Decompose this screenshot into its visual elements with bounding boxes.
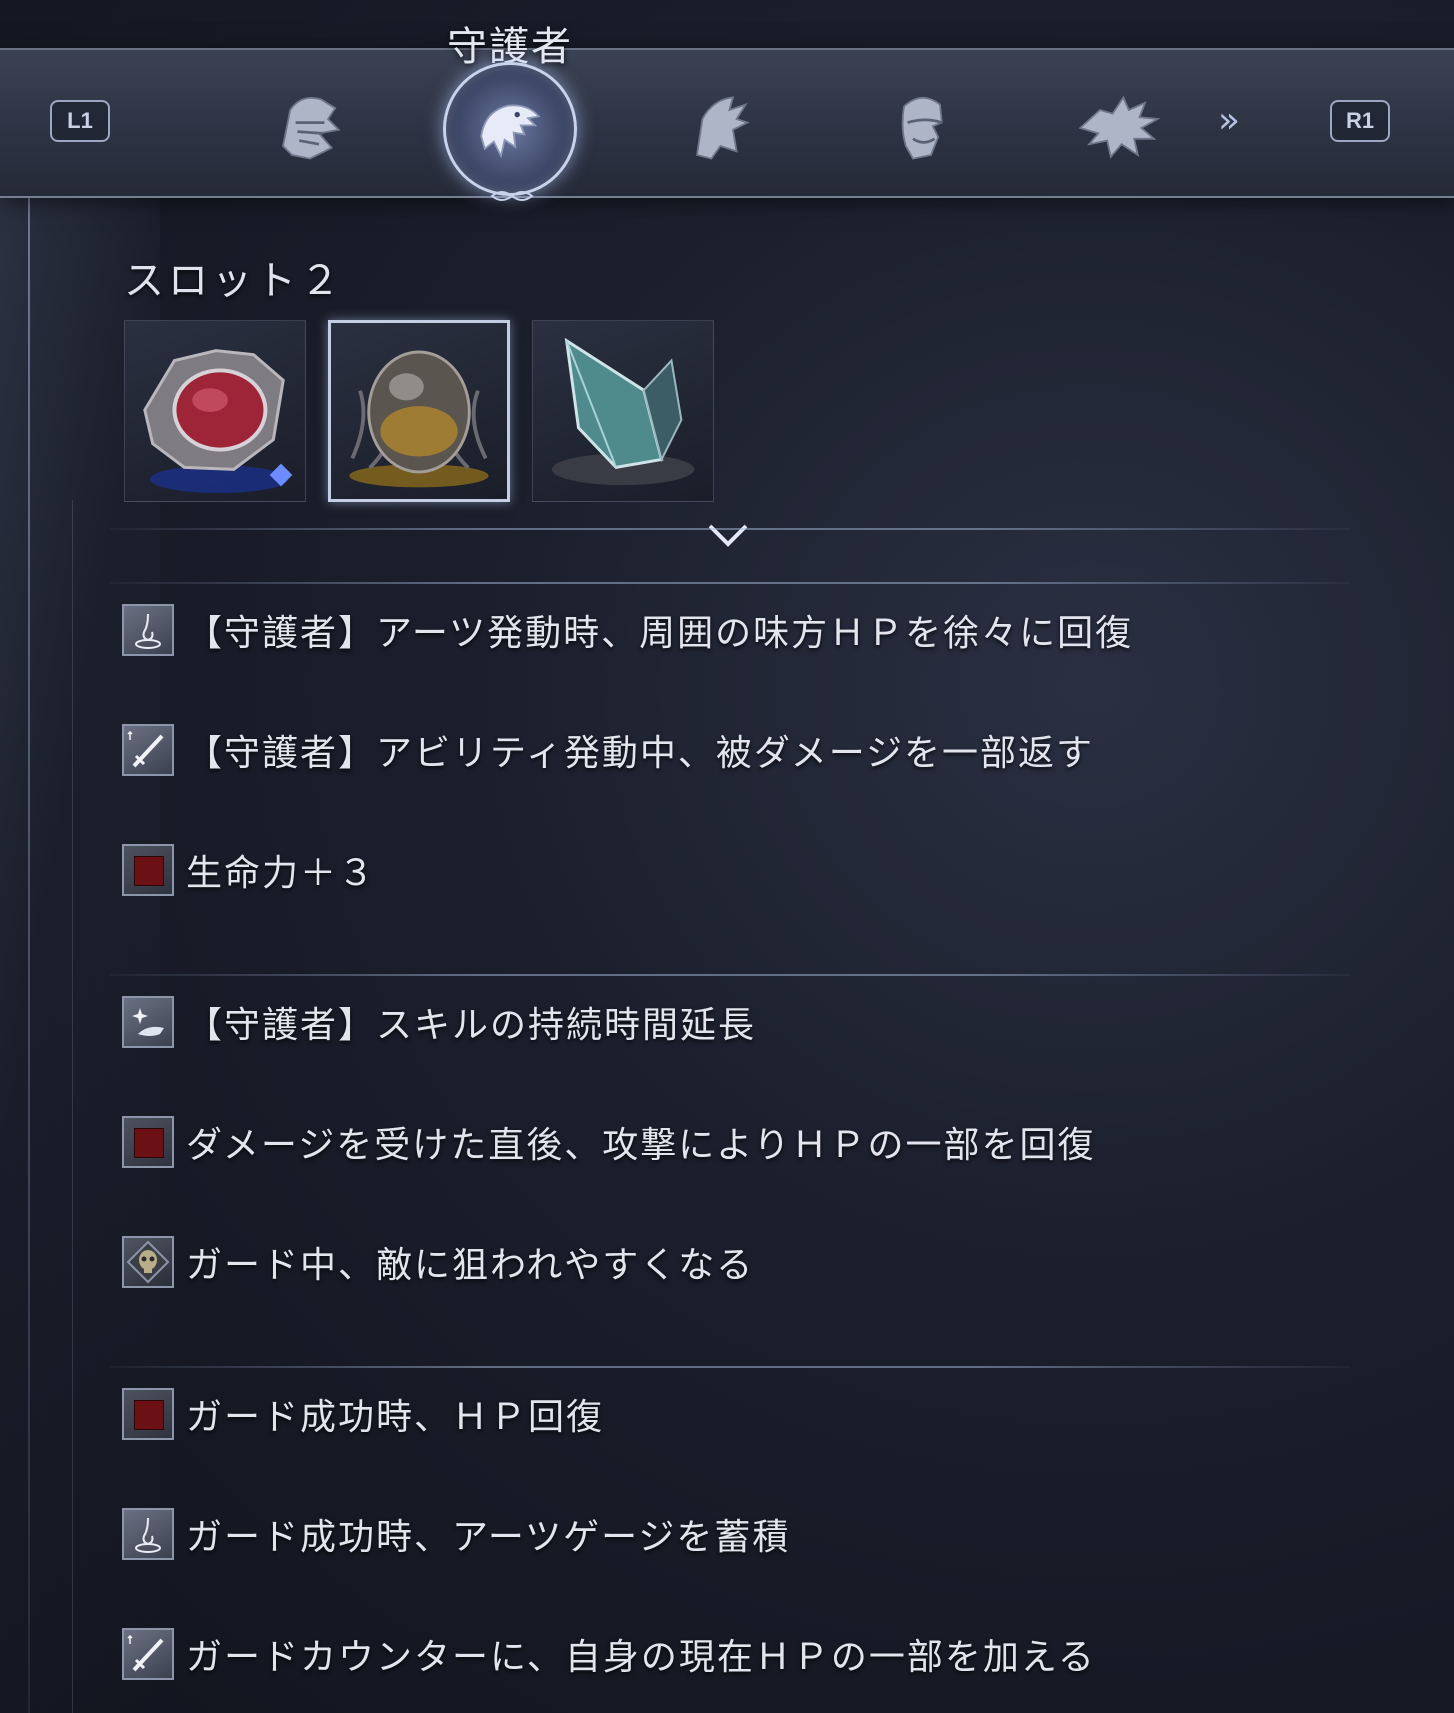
skill-text: 【守護者】アーツ発動時、周囲の味方ＨＰを徐々に回復 — [186, 613, 1134, 654]
water-drop-icon — [122, 604, 174, 656]
skill-row: 【守護者】アビリティ発動中、被ダメージを一部返す — [122, 720, 1094, 780]
eagle-icon[interactable] — [443, 62, 577, 196]
masked-face-icon[interactable] — [872, 78, 972, 178]
skill-row: ガード成功時、ＨＰ回復 — [122, 1384, 604, 1444]
skill-text: ガード成功時、ＨＰ回復 — [186, 1397, 605, 1438]
dragon-icon[interactable] — [1068, 78, 1168, 178]
hooded-figure-icon[interactable] — [665, 78, 765, 178]
slot-title: スロット２ — [124, 258, 344, 304]
skill-row: ダメージを受けた直後、攻撃によりＨＰの一部を回復 — [122, 1112, 1095, 1172]
selection-ornament-icon — [490, 191, 534, 201]
skill-row: 生命力＋３ — [122, 840, 376, 900]
skill-row: 【守護者】スキルの持続時間延長 — [122, 992, 756, 1052]
skill-text: 【守護者】スキルの持続時間延長 — [186, 1005, 757, 1046]
skill-text: 生命力＋３ — [186, 853, 377, 894]
amber-egg-icon[interactable] — [328, 320, 510, 502]
background-frame-line — [72, 500, 73, 1713]
sword-icon — [122, 724, 174, 776]
skill-row: ガード中、敵に狙われやすくなる — [122, 1232, 754, 1292]
next-tab-button[interactable]: R1 — [1330, 100, 1390, 142]
divider — [110, 528, 1350, 530]
previous-tab-button[interactable]: L1 — [50, 100, 110, 142]
skill-text: 【守護者】アビリティ発動中、被ダメージを一部返す — [186, 733, 1095, 774]
divider — [110, 1366, 1350, 1368]
background-frame-line — [28, 190, 30, 1713]
sparkle-hand-icon — [122, 996, 174, 1048]
skill-text: ガード成功時、アーツゲージを蓄積 — [186, 1517, 791, 1558]
more-classes-icon[interactable]: » — [1218, 100, 1240, 141]
crystal-shard-icon[interactable] — [532, 320, 714, 502]
skill-text: ガードカウンターに、自身の現在ＨＰの一部を加える — [186, 1637, 1096, 1678]
red-square-icon — [122, 1388, 174, 1440]
skill-text: ガード中、敵に狙われやすくなる — [186, 1245, 755, 1286]
skull-icon — [122, 1236, 174, 1288]
ruby-brooch-icon[interactable] — [124, 320, 306, 502]
sword-icon — [122, 1628, 174, 1680]
chevron-down-icon[interactable] — [706, 520, 750, 550]
divider — [110, 974, 1350, 976]
helmet-icon[interactable] — [260, 78, 360, 178]
divider — [110, 582, 1350, 584]
red-square-icon — [122, 1116, 174, 1168]
red-square-icon — [122, 844, 174, 896]
skill-row: ガード成功時、アーツゲージを蓄積 — [122, 1504, 790, 1564]
water-drop-icon — [122, 1508, 174, 1560]
skill-row: 【守護者】アーツ発動時、周囲の味方ＨＰを徐々に回復 — [122, 600, 1133, 660]
skill-row: ガードカウンターに、自身の現在ＨＰの一部を加える — [122, 1624, 1096, 1684]
skill-text: ダメージを受けた直後、攻撃によりＨＰの一部を回復 — [186, 1125, 1096, 1166]
